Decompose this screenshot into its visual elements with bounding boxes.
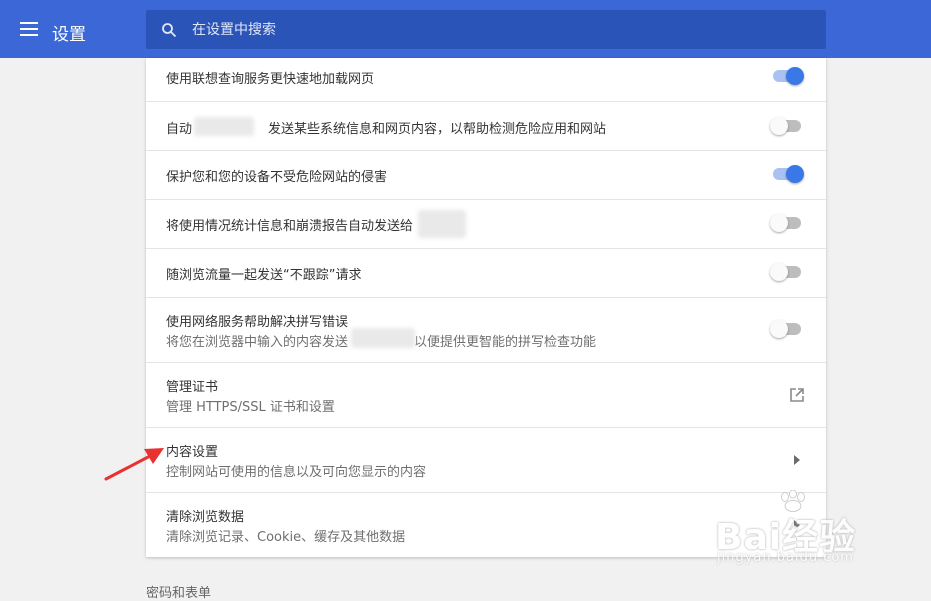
hamburger-menu-icon[interactable] xyxy=(20,22,38,36)
toggle-switch-off[interactable] xyxy=(770,262,804,282)
redacted-blur xyxy=(194,117,254,136)
search-icon xyxy=(162,23,177,38)
toggle-switch-on[interactable] xyxy=(770,164,804,184)
setting-label: 清除浏览数据 xyxy=(166,510,245,525)
search-input[interactable] xyxy=(190,18,794,42)
baidu-jingyan-watermark: Bai经验 jingyan.baidu.com xyxy=(715,490,885,570)
setting-label: 使用网络服务帮助解决拼写错误 xyxy=(166,315,349,330)
redacted-blur xyxy=(418,210,466,238)
setting-label: 内容设置 xyxy=(166,445,219,460)
toggle-switch-off[interactable] xyxy=(770,213,804,233)
redacted-blur xyxy=(351,328,415,348)
search-box[interactable] xyxy=(146,10,826,49)
chevron-right-icon[interactable] xyxy=(794,455,800,465)
toggle-switch-off[interactable] xyxy=(770,319,804,339)
setting-row-usage-statistics[interactable]: 将使用情况统计信息和崩溃报告自动发送给 xyxy=(146,200,826,249)
setting-row-security-reporting[interactable]: 自动 发送某些系统信息和网页内容，以帮助检测危险应用和网站 xyxy=(146,102,826,151)
watermark-url: jingyan.baidu.com xyxy=(717,550,854,565)
setting-label: 使用联想查询服务更快速地加载网页 xyxy=(166,72,375,87)
setting-row-spelling-service[interactable]: 使用网络服务帮助解决拼写错误 将您在浏览器中输入的内容发送 以便提供更智能的拼写检… xyxy=(146,298,826,363)
settings-card: 使用联想查询服务更快速地加载网页 自动 发送某些系统信息和网页内容，以帮助检测危险… xyxy=(146,58,826,557)
red-arrow-icon xyxy=(104,448,164,481)
setting-label: 将使用情况统计信息和崩溃报告自动发送给 xyxy=(166,219,414,234)
setting-description: 控制网站可使用的信息以及可向您显示的内容 xyxy=(166,465,427,480)
open-in-new-icon[interactable] xyxy=(789,387,805,403)
top-bar: 设置 xyxy=(0,0,931,58)
toggle-switch-on[interactable] xyxy=(770,66,804,86)
section-heading-passwords: 密码和表单 xyxy=(146,586,212,601)
setting-label: 管理证书 xyxy=(166,380,219,395)
setting-row-manage-certificates[interactable]: 管理证书 管理 HTTPS/SSL 证书和设置 xyxy=(146,363,826,428)
page-title: 设置 xyxy=(52,25,86,45)
toggle-switch-off[interactable] xyxy=(770,116,804,136)
setting-row-prediction-service[interactable]: 使用联想查询服务更快速地加载网页 xyxy=(146,58,826,102)
setting-label: 随浏览流量一起发送“不跟踪”请求 xyxy=(166,268,362,283)
setting-description: 清除浏览记录、Cookie、缓存及其他数据 xyxy=(166,530,406,545)
setting-label: 保护您和您的设备不受危险网站的侵害 xyxy=(166,170,388,185)
setting-row-safe-browsing[interactable]: 保护您和您的设备不受危险网站的侵害 xyxy=(146,151,826,200)
setting-description: 管理 HTTPS/SSL 证书和设置 xyxy=(166,400,335,415)
setting-row-content-settings[interactable]: 内容设置 控制网站可使用的信息以及可向您显示的内容 xyxy=(146,428,826,493)
setting-row-do-not-track[interactable]: 随浏览流量一起发送“不跟踪”请求 xyxy=(146,249,826,298)
